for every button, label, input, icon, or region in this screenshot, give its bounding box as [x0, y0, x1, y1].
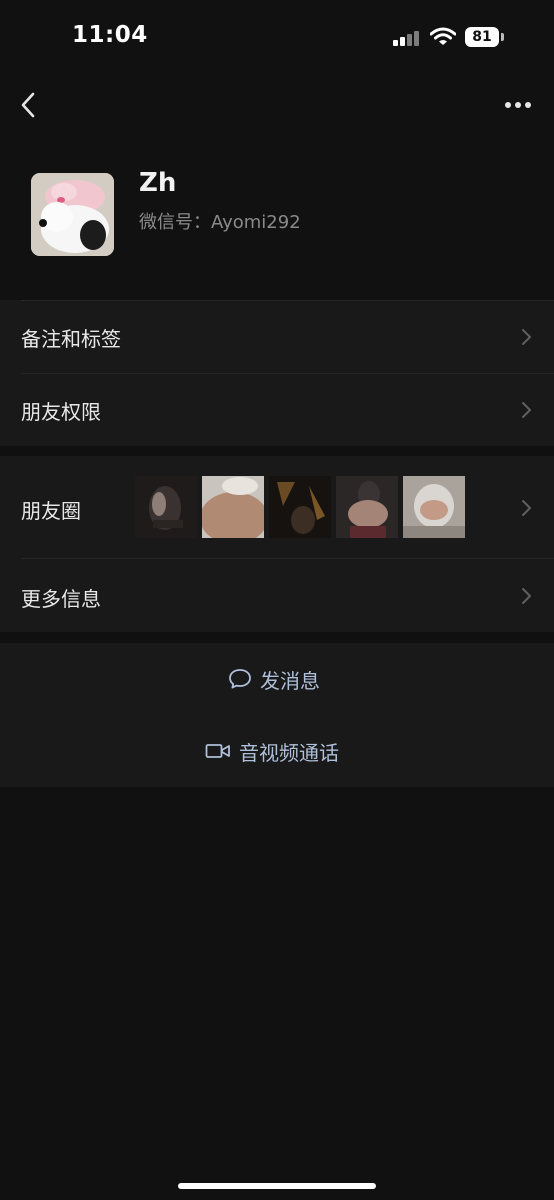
moments-thumbnail	[403, 476, 465, 538]
remarks-tags-row[interactable]: 备注和标签	[0, 300, 554, 373]
chevron-right-icon	[522, 329, 531, 345]
status-bar: 11:04 81	[0, 0, 554, 70]
moments-thumbnail	[269, 476, 331, 538]
profile-name: Zh	[139, 168, 177, 198]
avatar-image	[31, 173, 114, 256]
chevron-left-icon[interactable]	[16, 90, 42, 120]
more-info-row[interactable]: 更多信息	[0, 558, 554, 632]
wechat-id: 微信号：Ayomi292	[139, 212, 301, 233]
friend-permissions-label: 朋友权限	[21, 400, 101, 424]
moments-thumbnail	[336, 476, 398, 538]
moments-row[interactable]: 朋友圈	[0, 456, 554, 558]
section-gap	[0, 446, 554, 456]
battery-tip	[501, 33, 504, 41]
nav-bar	[0, 70, 554, 140]
divider	[21, 373, 554, 374]
home-indicator[interactable]	[178, 1183, 376, 1189]
chevron-right-icon	[522, 402, 531, 418]
friend-permissions-row[interactable]: 朋友权限	[0, 373, 554, 446]
section-gap	[0, 632, 554, 643]
remarks-tags-label: 备注和标签	[21, 327, 121, 351]
av-call-label: 音视频通话	[239, 740, 339, 765]
battery-icon: 81	[465, 27, 499, 47]
chevron-right-icon	[522, 500, 531, 516]
profile-header: Zh 微信号：Ayomi292	[0, 140, 554, 300]
divider	[21, 558, 554, 559]
moments-thumbnail	[202, 476, 264, 538]
divider	[21, 300, 554, 301]
video-camera-icon	[205, 744, 230, 758]
ellipsis-icon[interactable]	[500, 95, 536, 115]
send-message-label: 发消息	[260, 668, 320, 693]
wifi-icon	[430, 27, 456, 45]
cellular-signal-icon	[393, 30, 423, 46]
status-time: 11:04	[72, 22, 148, 48]
battery-level: 81	[472, 29, 492, 45]
moments-label: 朋友圈	[21, 499, 81, 523]
more-info-label: 更多信息	[21, 587, 101, 611]
av-call-button[interactable]: 音视频通话	[0, 715, 554, 787]
send-message-button[interactable]: 发消息	[0, 643, 554, 715]
chat-bubble-icon	[229, 669, 251, 689]
chevron-right-icon	[522, 588, 531, 604]
avatar[interactable]	[31, 173, 114, 256]
moments-thumbnail	[135, 476, 197, 538]
